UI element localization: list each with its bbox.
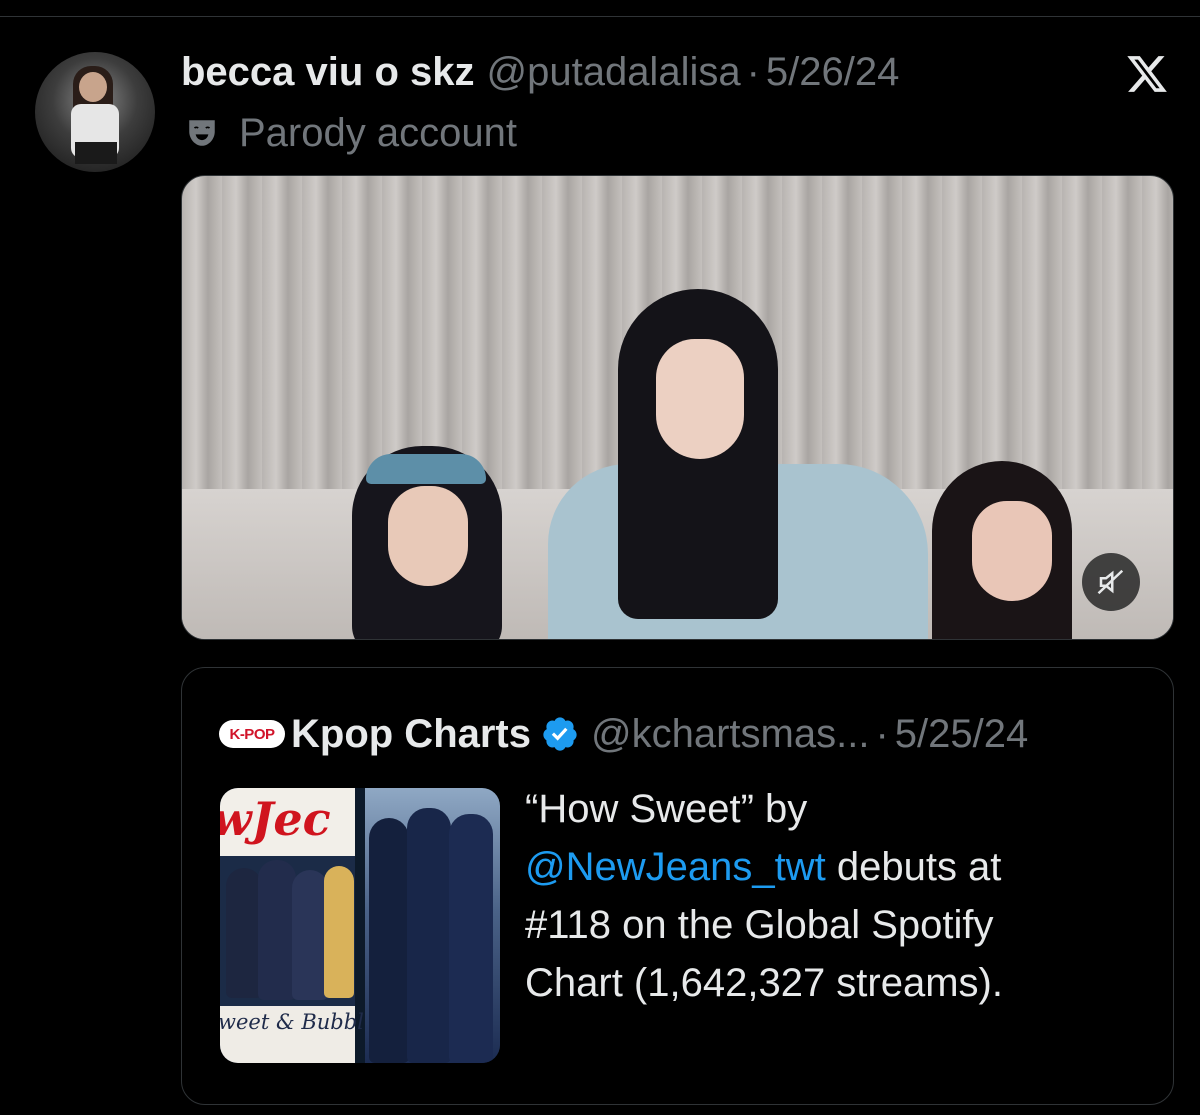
cover-member <box>407 808 451 1063</box>
album-cover-right <box>365 788 500 1063</box>
person-face <box>972 501 1052 601</box>
quoted-text-intro: “How Sweet” by <box>525 787 808 831</box>
quoted-author-handle[interactable]: @kchartsmas... <box>591 712 869 757</box>
author-handle[interactable]: @putadalalisa <box>486 50 740 95</box>
cover-member <box>324 866 354 998</box>
tweet-date[interactable]: 5/26/24 <box>766 50 899 95</box>
cover-member <box>292 870 328 1000</box>
avatar-face <box>79 72 107 102</box>
quoted-header-separator: · <box>875 711 889 756</box>
cover-subtitle: weet & Bubbl <box>220 1010 364 1034</box>
quoted-author-avatar[interactable]: K-POP <box>219 720 285 748</box>
author-display-name[interactable]: becca viu o skz <box>181 50 474 95</box>
quoted-tweet-text: “How Sweet” by @NewJeans_twt debuts at #… <box>525 780 1085 1012</box>
quoted-author-name[interactable]: Kpop Charts <box>291 712 531 757</box>
cover-title: wJec <box>220 792 331 846</box>
top-divider <box>0 16 1200 17</box>
author-avatar[interactable] <box>35 52 155 172</box>
mute-button[interactable] <box>1082 553 1140 611</box>
quoted-tweet-date[interactable]: 5/25/24 <box>895 712 1028 757</box>
cover-member <box>258 860 296 1000</box>
cover-member <box>369 818 409 1063</box>
parody-label-row: Parody account <box>181 110 517 156</box>
quoted-tweet-header: K-POP Kpop Charts @kchartsmas... · 5/25/… <box>219 712 1028 756</box>
quoted-tweet-image[interactable]: wJec weet & Bubbl <box>220 788 500 1063</box>
parody-label: Parody account <box>239 110 517 155</box>
speaker-muted-icon <box>1097 569 1124 595</box>
quoted-tweet[interactable]: K-POP Kpop Charts @kchartsmas... · 5/25/… <box>181 667 1174 1105</box>
avatar-skirt <box>75 142 117 164</box>
cover-member <box>449 814 493 1063</box>
header-separator: · <box>746 50 760 94</box>
mention-link[interactable]: @NewJeans_twt <box>525 845 826 889</box>
tweet-header: becca viu o skz @putadalalisa · 5/26/24 <box>181 50 899 100</box>
theater-mask-icon <box>189 120 215 146</box>
person-face <box>656 339 744 459</box>
album-cover-left: wJec weet & Bubbl <box>220 788 364 1063</box>
person-face <box>388 486 468 586</box>
person-headband <box>366 454 486 484</box>
cover-member <box>226 868 262 998</box>
verified-badge-icon <box>543 717 577 751</box>
x-logo-icon[interactable] <box>1124 52 1170 96</box>
tweet-video[interactable] <box>181 175 1174 640</box>
